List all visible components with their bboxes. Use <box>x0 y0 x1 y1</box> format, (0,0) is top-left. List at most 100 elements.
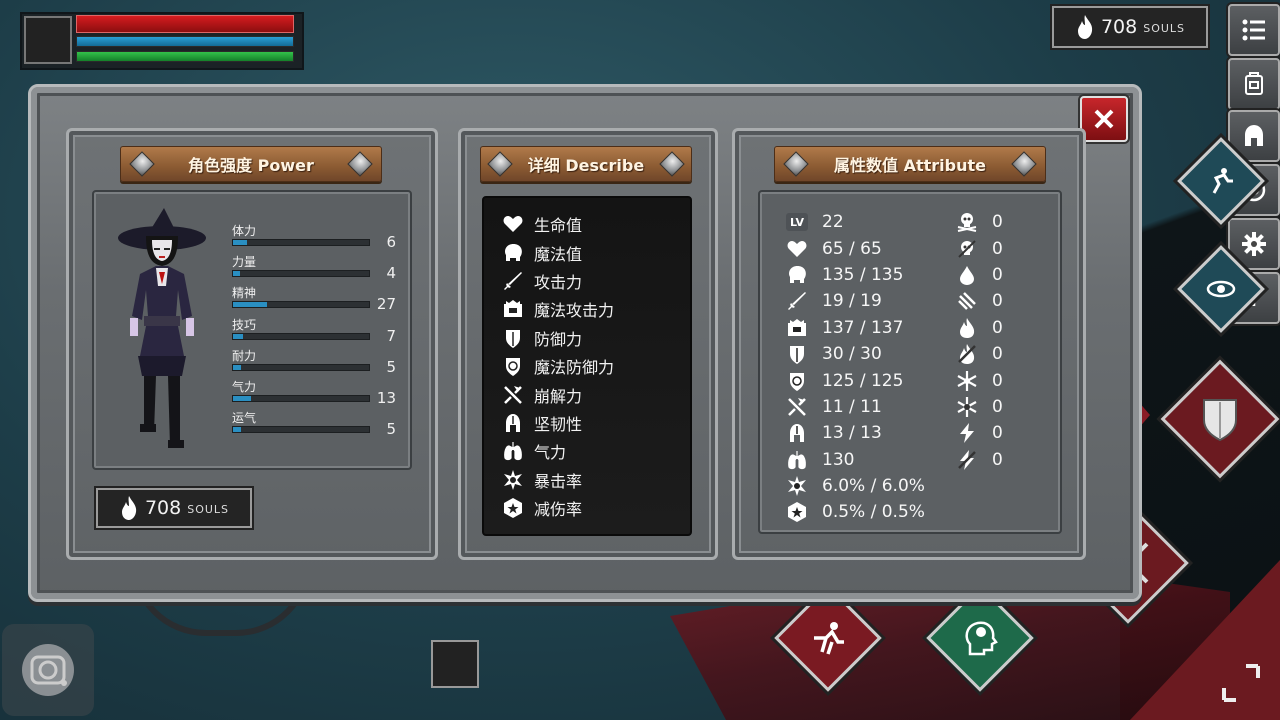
stat-bar <box>232 426 370 434</box>
damage-reduction-icon <box>504 498 522 519</box>
quick-item-slot[interactable] <box>431 640 479 688</box>
close-icon <box>1094 109 1114 129</box>
power-title-text: 角色强度 Power <box>188 156 314 175</box>
describe-list: 生命值 魔法值 攻击力 魔法攻击力 防御力 魔法防御力 崩解力 坚韧性 气力 暴击率 减伤率 <box>484 198 690 522</box>
attribute-row: 135 / 135 <box>786 262 946 288</box>
helmet-icon <box>1245 125 1263 146</box>
health-bar <box>76 15 294 33</box>
attribute-row: 30 / 30 <box>786 341 946 367</box>
describe-row: 减伤率 <box>502 494 690 522</box>
running-man-icon <box>1212 168 1233 194</box>
resistance-row: 0 <box>956 235 1036 261</box>
brain-icon <box>789 265 806 283</box>
resistance-row: 0 <box>956 262 1036 288</box>
stat-row: 精神 27 <box>232 284 402 315</box>
character-model[interactable] <box>112 206 212 452</box>
resistance-value: 0 <box>992 396 1003 417</box>
rivet-icon <box>487 151 513 177</box>
attribute-row: 19 / 19 <box>786 288 946 314</box>
stat-value: 4 <box>386 264 396 283</box>
gear-icon <box>1242 232 1266 256</box>
stat-value: 7 <box>386 326 396 345</box>
souls-amount: 708 <box>144 497 182 519</box>
attribute-value: 65 / 65 <box>822 238 882 259</box>
stat-row: 耐力 5 <box>232 347 402 378</box>
attribute-row: 6.0% / 6.0% <box>786 473 946 499</box>
frost-icon <box>957 370 977 391</box>
souls-amount: 708 <box>1100 16 1138 38</box>
stat-value: 5 <box>386 357 396 376</box>
attribute-row: 13 / 13 <box>786 420 946 446</box>
lungs-icon <box>504 442 522 461</box>
stat-bar <box>232 394 370 402</box>
attribute-left-column: LV 22 65 / 65 135 / 135 19 / 19 137 / 137 30 /… <box>786 209 946 526</box>
attribute-value: 135 / 135 <box>822 264 904 285</box>
resistance-row: 0 <box>956 341 1036 367</box>
poison-skull-icon <box>957 213 977 233</box>
attribute-row: LV 22 <box>786 209 946 235</box>
helmet-icon <box>790 424 804 443</box>
rivet-icon <box>783 151 809 177</box>
stat-value: 13 <box>376 388 396 407</box>
stat-value: 27 <box>376 295 396 314</box>
critical-star-icon <box>504 469 522 490</box>
fullscreen-button[interactable] <box>1216 658 1266 708</box>
resistance-row: 0 <box>956 420 1036 446</box>
critical-star-icon <box>788 476 806 497</box>
stat-value: 6 <box>386 233 396 251</box>
player-portrait[interactable] <box>24 16 72 64</box>
backpack-icon <box>1245 72 1263 95</box>
heart-icon <box>787 240 807 257</box>
rivet-icon <box>129 151 155 177</box>
head-brain-icon <box>965 621 998 656</box>
resistance-value: 0 <box>992 238 1003 259</box>
stat-row: 体力 6 <box>232 222 402 253</box>
mana-bar <box>76 36 294 47</box>
stat-bar <box>232 239 370 246</box>
stat-bar <box>232 270 370 278</box>
slash-resist-icon <box>958 292 976 311</box>
menu-list-button[interactable] <box>1228 4 1280 56</box>
expand-icon <box>1222 664 1260 702</box>
resistance-row: 0 <box>956 447 1036 473</box>
attribute-value: 125 / 125 <box>822 370 904 391</box>
inventory-button[interactable] <box>1228 58 1280 110</box>
stamina-bar <box>76 51 294 62</box>
describe-row: 攻击力 <box>502 267 690 295</box>
stat-bar <box>232 332 370 340</box>
stat-bar-fill <box>233 240 247 245</box>
describe-label: 魔法防御力 <box>534 358 615 378</box>
resistance-value: 0 <box>992 423 1003 444</box>
describe-row: 魔法攻击力 <box>502 295 690 323</box>
power-souls-counter: 708 SOULS <box>96 488 252 528</box>
describe-row: 生命值 <box>502 210 690 238</box>
describe-label: 魔法攻击力 <box>534 301 615 321</box>
stat-label: 耐力 <box>232 348 257 363</box>
close-button[interactable] <box>1080 96 1128 142</box>
describe-row: 魔法值 <box>502 238 690 266</box>
stat-bar-fill <box>233 364 242 370</box>
stat-bar <box>232 363 370 371</box>
attribute-row: 137 / 137 <box>786 315 946 341</box>
sprinter-icon <box>814 622 844 655</box>
camera-button[interactable] <box>2 624 94 716</box>
magic-shield-icon <box>506 358 520 377</box>
souls-counter: 708 SOULS <box>1052 6 1208 48</box>
describe-row: 崩解力 <box>502 380 690 408</box>
describe-label: 减伤率 <box>534 500 583 520</box>
rivet-icon <box>659 151 685 177</box>
describe-label: 气力 <box>534 443 567 463</box>
resistance-row: 0 <box>956 367 1036 393</box>
attribute-value: 137 / 137 <box>822 317 904 338</box>
bleed-drop-icon <box>960 265 974 285</box>
describe-label: 生命值 <box>534 216 583 236</box>
rivet-icon <box>1011 151 1037 177</box>
describe-row: 气力 <box>502 437 690 465</box>
shield-icon <box>1203 399 1237 442</box>
frost-resist-icon <box>957 396 977 417</box>
magic-shield-icon <box>790 372 804 391</box>
rivet-icon <box>347 151 373 177</box>
stat-row: 气力 13 <box>232 378 402 409</box>
describe-row: 坚韧性 <box>502 409 690 437</box>
spellbook-icon <box>788 318 806 336</box>
